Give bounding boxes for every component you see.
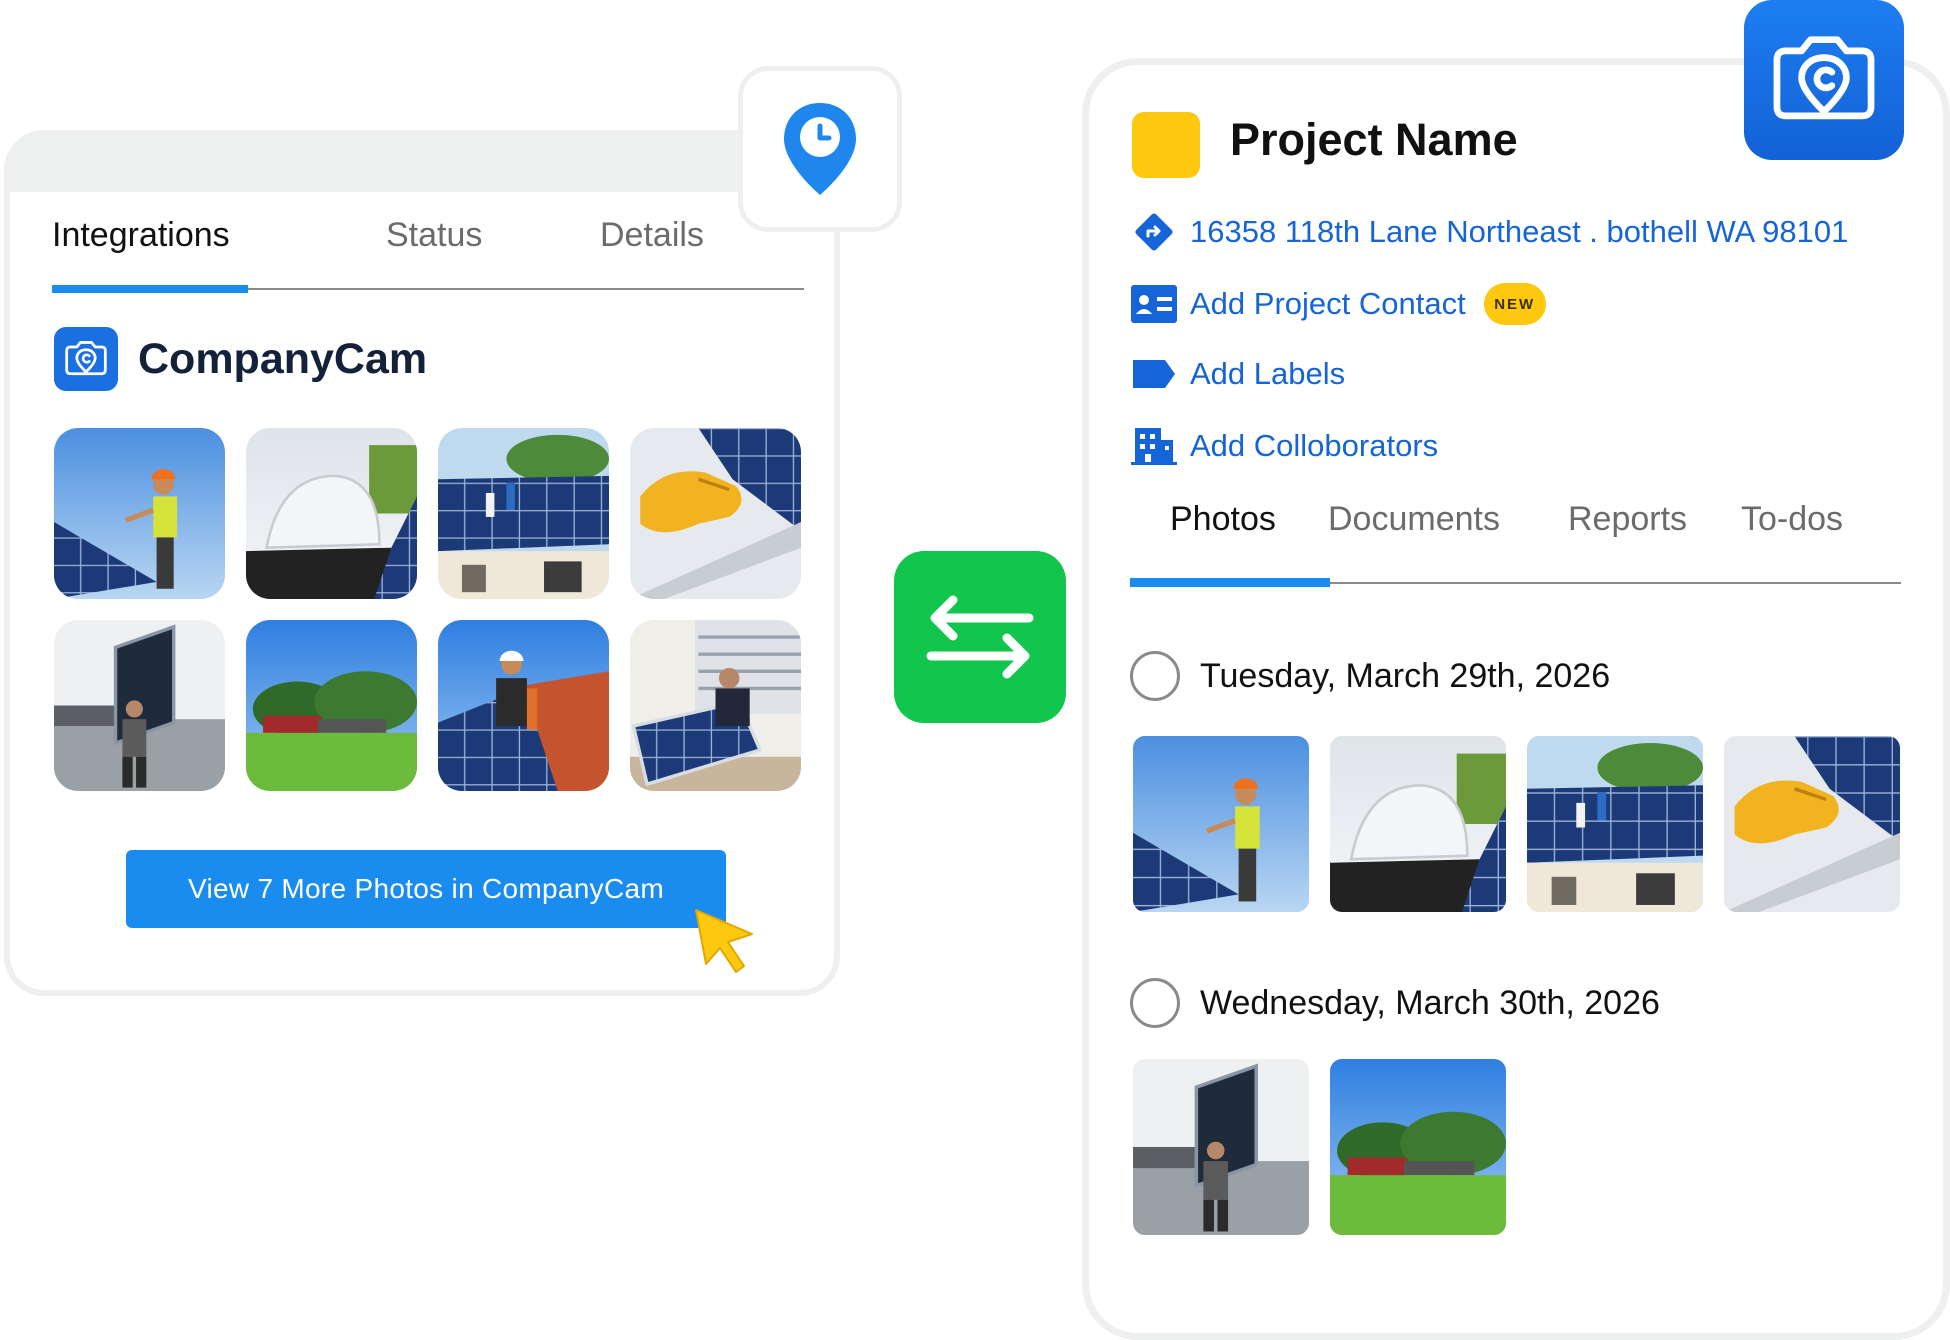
photo-thumbnail[interactable]: [1724, 736, 1900, 912]
add-collaborators: Add Colloborators: [1190, 428, 1439, 463]
photo-thumbnail[interactable]: [1330, 736, 1506, 912]
location-clock-icon: [784, 103, 856, 195]
left-tab-bar: Integrations Status Details: [52, 216, 804, 293]
project-address: 16358 118th Lane Northeast . bothell WA …: [1190, 214, 1849, 249]
day-group-header: Wednesday, March 30th, 2026: [1130, 978, 1660, 1028]
photo-thumbnail[interactable]: [630, 428, 801, 599]
contact-card-icon: [1130, 280, 1178, 328]
tab-todos[interactable]: To-dos: [1741, 500, 1843, 539]
building-icon: [1130, 422, 1178, 470]
companycam-header: CompanyCam: [54, 326, 427, 392]
directions-icon: [1130, 208, 1178, 256]
active-tab-indicator: [52, 285, 248, 293]
active-tab-indicator: [1130, 578, 1330, 587]
day-select-radio[interactable]: [1130, 978, 1180, 1028]
add-collaborators-link[interactable]: Add Colloborators: [1130, 422, 1438, 470]
sync-swap-button[interactable]: [894, 551, 1066, 723]
project-address-link[interactable]: 16358 118th Lane Northeast . bothell WA …: [1130, 208, 1848, 256]
photo-thumbnail[interactable]: [246, 428, 417, 599]
photo-thumbnail[interactable]: [630, 620, 801, 791]
add-project-contact: Add Project Contact: [1190, 286, 1466, 321]
add-labels: Add Labels: [1190, 356, 1346, 391]
photo-thumbnail[interactable]: [1527, 736, 1703, 912]
photo-thumbnail[interactable]: [54, 428, 225, 599]
add-labels-link[interactable]: Add Labels: [1130, 350, 1345, 398]
day-select-radio[interactable]: [1130, 651, 1180, 701]
tab-integrations[interactable]: Integrations: [52, 216, 230, 255]
tab-documents[interactable]: Documents: [1328, 500, 1500, 539]
photo-thumbnail[interactable]: [1133, 1059, 1309, 1235]
photo-thumbnail[interactable]: [54, 620, 225, 791]
tab-details[interactable]: Details: [600, 216, 704, 255]
companycam-logo-icon: [54, 327, 118, 391]
project-tab-bar: Photos Documents Reports To-dos: [1130, 500, 1901, 590]
tab-status[interactable]: Status: [386, 216, 482, 255]
photo-thumbnail[interactable]: [1133, 736, 1309, 912]
day-label: Tuesday, March 29th, 2026: [1200, 656, 1611, 695]
integration-name: CompanyCam: [138, 334, 428, 383]
photo-thumbnail[interactable]: [438, 620, 609, 791]
view-more-photos-button[interactable]: View 7 More Photos in CompanyCam: [126, 850, 726, 928]
add-project-contact-link[interactable]: Add Project Contact NEW: [1130, 280, 1546, 328]
photo-thumbnail[interactable]: [438, 428, 609, 599]
tab-photos[interactable]: Photos: [1170, 500, 1276, 539]
card-top-bar: [10, 136, 834, 192]
photo-thumbnail[interactable]: [1330, 1059, 1506, 1235]
mouse-cursor-icon: [695, 909, 753, 973]
label-tag-icon: [1130, 350, 1178, 398]
photo-thumbnail[interactable]: [246, 620, 417, 791]
day-group-header: Tuesday, March 29th, 2026: [1130, 651, 1610, 701]
integrations-card: Integrations Status Details CompanyCam V…: [4, 130, 840, 996]
companycam-app-badge: [1744, 0, 1904, 160]
project-color-swatch: [1132, 112, 1200, 178]
location-clock-badge: [738, 66, 902, 232]
companycam-camera-icon: [1768, 24, 1880, 136]
project-title: Project Name: [1230, 114, 1518, 165]
day-label: Wednesday, March 30th, 2026: [1200, 983, 1660, 1022]
swap-arrows-icon: [926, 595, 1034, 679]
new-badge: NEW: [1483, 283, 1546, 325]
tab-reports[interactable]: Reports: [1568, 500, 1687, 539]
